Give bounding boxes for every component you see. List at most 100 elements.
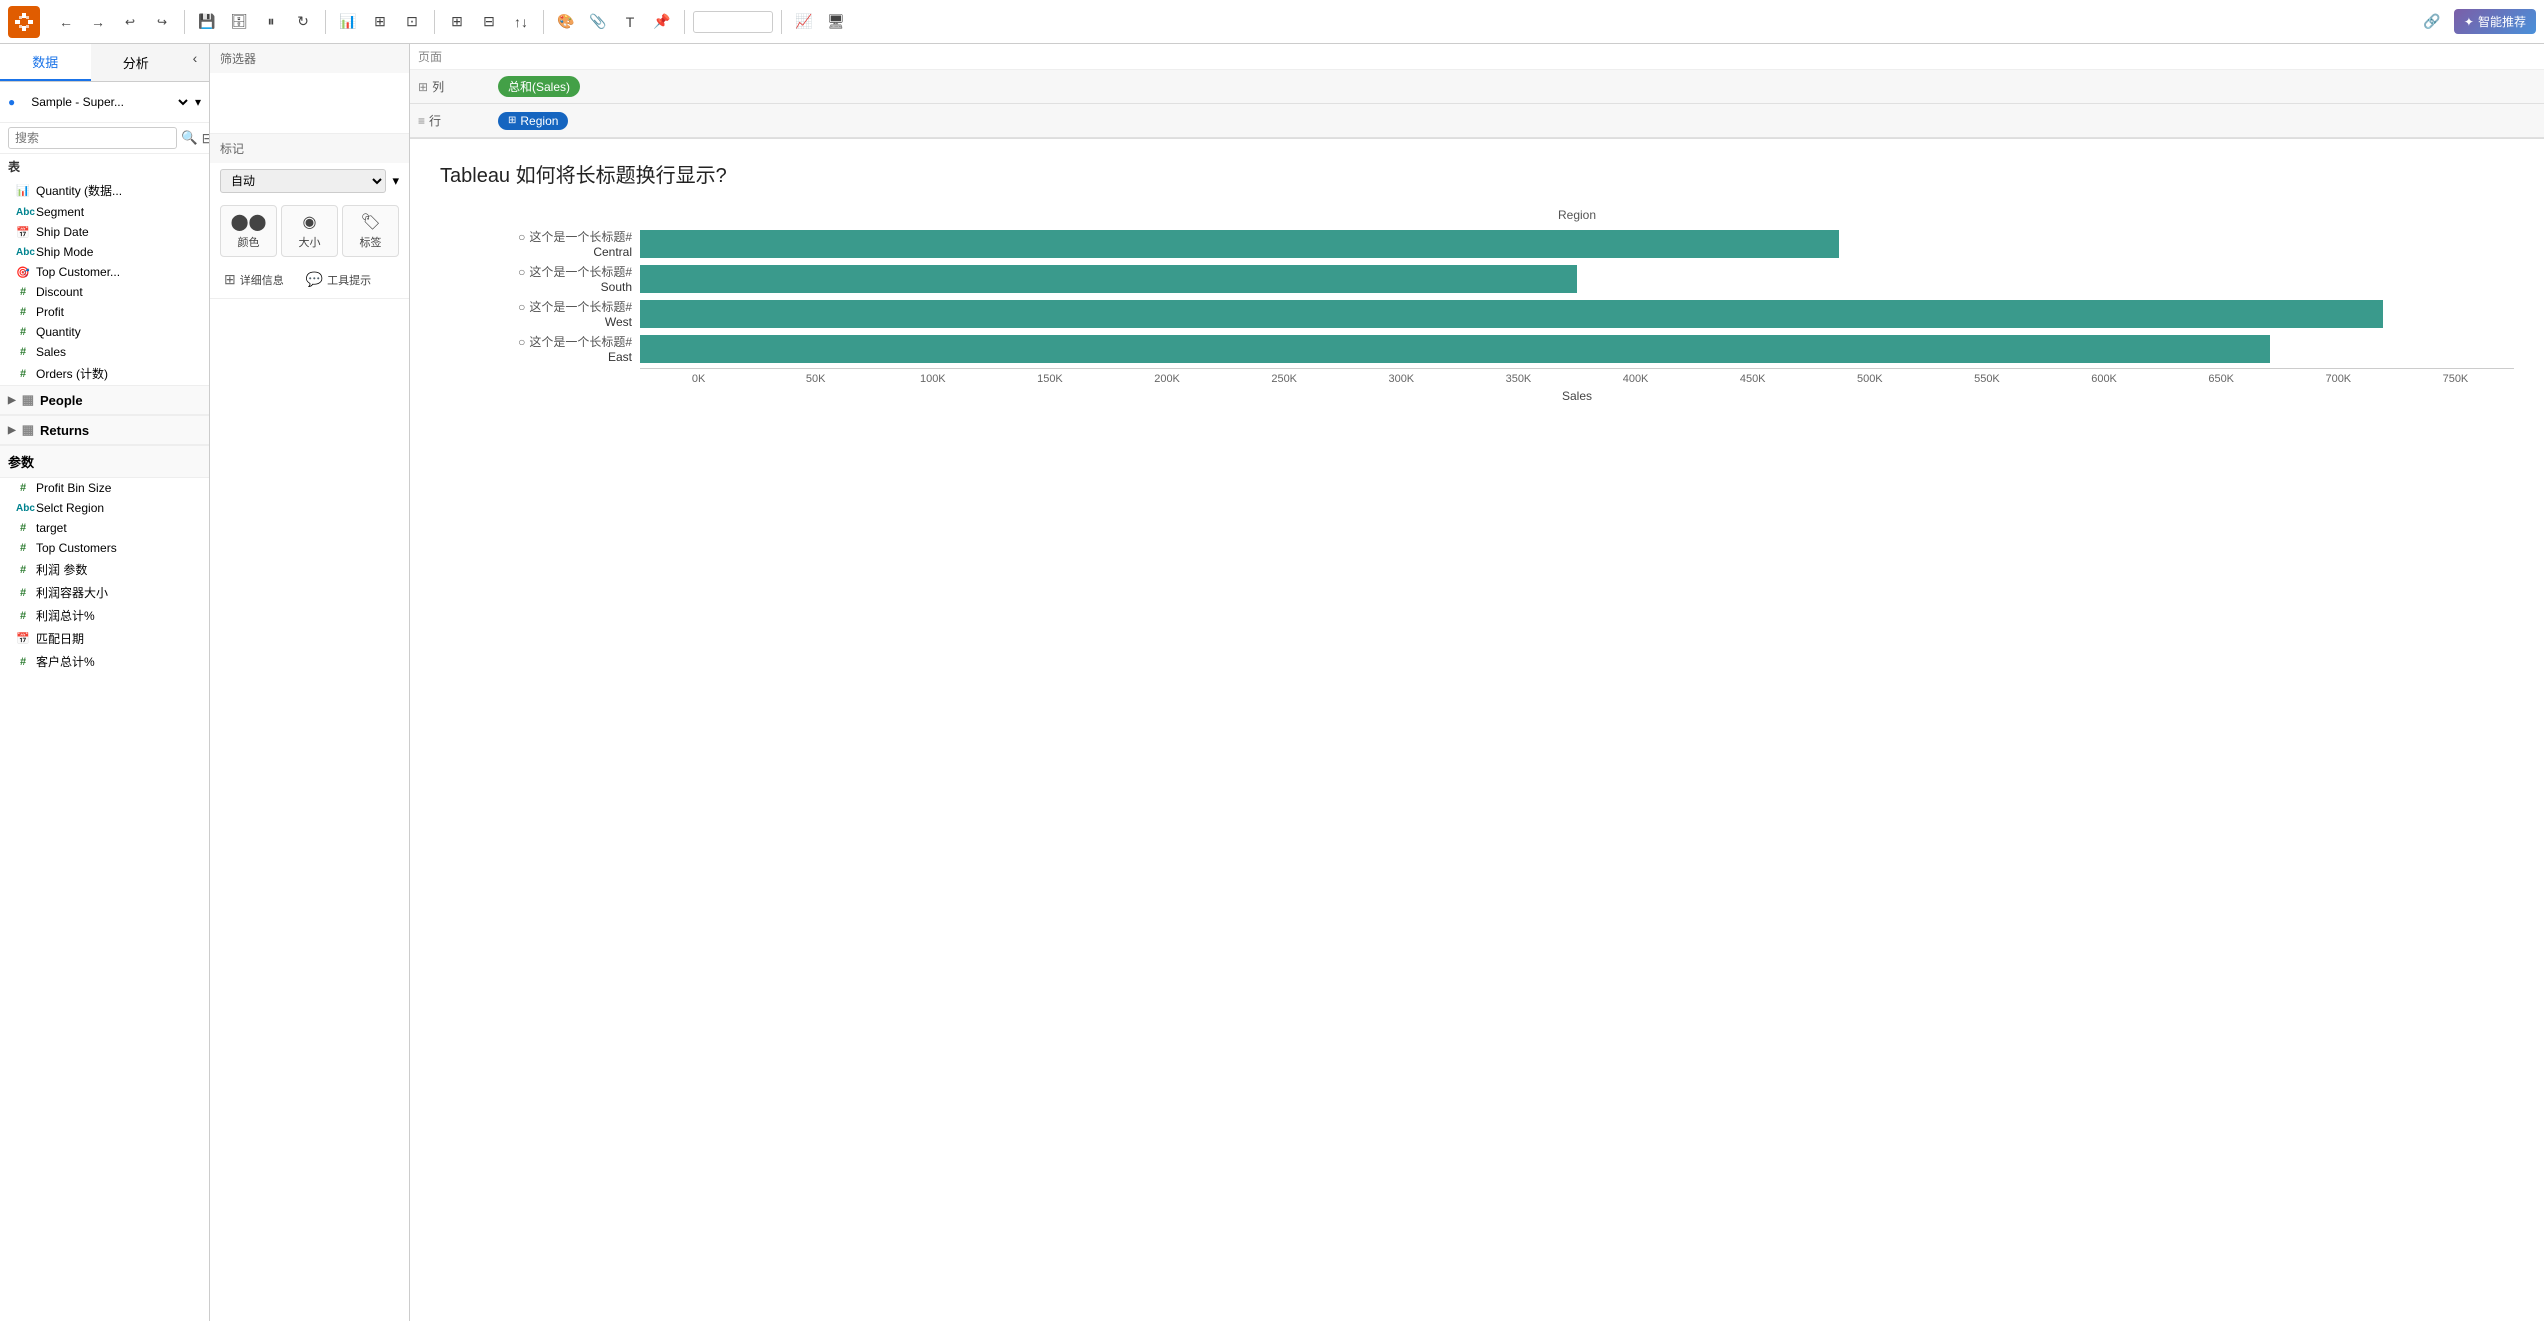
param-top-customers[interactable]: # Top Customers bbox=[0, 538, 209, 558]
columns-pill-sales[interactable]: 总和(Sales) bbox=[498, 76, 580, 97]
param-select-region[interactable]: Abc Selct Region bbox=[0, 498, 209, 518]
columns-pills[interactable]: 总和(Sales) bbox=[490, 72, 2544, 101]
param-customer-pct[interactable]: # 客户总计% bbox=[0, 650, 209, 673]
pause-button[interactable]: ⏸ bbox=[257, 8, 285, 36]
x-tick: 150K bbox=[991, 373, 1108, 385]
rows-pill-region[interactable]: ⊞ Region bbox=[498, 112, 568, 130]
add-datasource-button[interactable]: 🗄 bbox=[225, 8, 253, 36]
bar-track[interactable] bbox=[640, 230, 2514, 258]
datasource-selector: ● Sample - Super... ▾ bbox=[0, 82, 209, 123]
field-item-orders[interactable]: # Orders (计数) bbox=[0, 362, 209, 385]
bar-track[interactable] bbox=[640, 300, 2514, 328]
show-me-button[interactable]: ⊞ bbox=[366, 8, 394, 36]
color-button[interactable]: 🎨 bbox=[552, 8, 580, 36]
field-item-quantity[interactable]: # Quantity bbox=[0, 322, 209, 342]
standard-dropdown[interactable]: 标准 bbox=[693, 11, 773, 33]
field-label: Discount bbox=[36, 285, 83, 299]
metrics-button[interactable]: 📈 bbox=[790, 8, 818, 36]
field-icon-chart: 📊 bbox=[16, 184, 30, 197]
marks-tooltip-button[interactable]: 💬 工具提示 bbox=[302, 265, 375, 294]
datasource-dropdown[interactable]: Sample - Super... bbox=[19, 88, 191, 116]
app-container: ← → ↩ ↪ 💾 🗄 ⏸ ↻ 📊 ⊞ ⊡ ⊞ ⊟ ↑↓ 🎨 📎 T 📌 标准 … bbox=[0, 0, 2544, 1321]
canvas-area: 页面 ⊞ 列 总和(Sales) ≡ bbox=[410, 44, 2544, 1321]
present-button[interactable]: 🖥 bbox=[822, 8, 850, 36]
fit-button[interactable]: ⊡ bbox=[398, 8, 426, 36]
field-item-ship-mode[interactable]: Abc Ship Mode bbox=[0, 242, 209, 262]
filter-button[interactable]: ⊟ bbox=[202, 130, 210, 147]
tables-header: 表 bbox=[0, 154, 209, 179]
param-target[interactable]: # target bbox=[0, 518, 209, 538]
search-button[interactable]: 🔍 bbox=[181, 130, 198, 146]
bar-track[interactable] bbox=[640, 335, 2514, 363]
field-item-sales[interactable]: # Sales bbox=[0, 342, 209, 362]
bar-label-radio: ○这个是一个长标题# bbox=[518, 228, 632, 245]
bar-radio-icon: ○ bbox=[518, 265, 525, 279]
pill-label: Region bbox=[520, 114, 558, 128]
hierarchy-button[interactable]: ⊟ bbox=[475, 8, 503, 36]
marks-title: 标记 bbox=[210, 134, 409, 163]
bar-track[interactable] bbox=[640, 265, 2514, 293]
rows-pills[interactable]: ⊞ Region bbox=[490, 108, 2544, 134]
bar-fill bbox=[640, 335, 2270, 363]
tooltip-icon: 💬 bbox=[306, 271, 323, 288]
bar-radio-icon: ○ bbox=[518, 335, 525, 349]
x-tick: 100K bbox=[874, 373, 991, 385]
nav-back-button[interactable]: ← bbox=[52, 8, 80, 36]
annotation-button[interactable]: 📎 bbox=[584, 8, 612, 36]
redo-button[interactable]: ↪ bbox=[148, 8, 176, 36]
param-match-date[interactable]: 📅 匹配日期 bbox=[0, 627, 209, 650]
undo-button[interactable]: ↩ bbox=[116, 8, 144, 36]
field-item-profit[interactable]: # Profit bbox=[0, 302, 209, 322]
chart-type-button[interactable]: 📊 bbox=[334, 8, 362, 36]
returns-section-header[interactable]: ▶ ▦ Returns bbox=[0, 415, 209, 445]
rows-label: ≡ 行 bbox=[410, 108, 490, 133]
param-profit-pct[interactable]: # 利润总计% bbox=[0, 604, 209, 627]
tab-data[interactable]: 数据 bbox=[0, 44, 91, 81]
field-item-quantity-data[interactable]: 📊 Quantity (数据... bbox=[0, 179, 209, 202]
bar-row: ○这个是一个长标题#West bbox=[440, 298, 2514, 329]
field-item-top-customers[interactable]: 🎯 Top Customer... bbox=[0, 262, 209, 282]
pin-button[interactable]: 📌 bbox=[648, 8, 676, 36]
toolbar: ← → ↩ ↪ 💾 🗄 ⏸ ↻ 📊 ⊞ ⊡ ⊞ ⊟ ↑↓ 🎨 📎 T 📌 标准 … bbox=[0, 0, 2544, 44]
collapse-panel-button[interactable]: ‹ bbox=[181, 44, 209, 72]
search-input[interactable] bbox=[8, 127, 177, 149]
marks-detail-row: ⊞ 详细信息 💬 工具提示 bbox=[210, 261, 409, 298]
sort-button[interactable]: ↑↓ bbox=[507, 8, 535, 36]
people-section-header[interactable]: ▶ ▦ People bbox=[0, 385, 209, 415]
field-icon-abc2: Abc bbox=[16, 247, 30, 258]
marks-color-button[interactable]: ⬤⬤ 颜色 bbox=[220, 205, 277, 257]
filter-section-title: 筛选器 bbox=[210, 44, 409, 73]
marks-type-select[interactable]: 自动 bbox=[220, 169, 386, 193]
marks-size-button[interactable]: ◉ 大小 bbox=[281, 205, 338, 257]
refresh-button[interactable]: ↻ bbox=[289, 8, 317, 36]
bar-radio-icon: ○ bbox=[518, 300, 525, 314]
marks-type-row: 自动 ▾ bbox=[210, 163, 409, 199]
bar-fill bbox=[640, 230, 1839, 258]
param-profit-param[interactable]: # 利润 参数 bbox=[0, 558, 209, 581]
field-item-discount[interactable]: # Discount bbox=[0, 282, 209, 302]
share-button[interactable]: 🔗 bbox=[2418, 8, 2446, 36]
separator-2 bbox=[325, 10, 326, 34]
param-profit-bin-size[interactable]: # Profit Bin Size bbox=[0, 478, 209, 498]
marks-label-button[interactable]: 🏷 标签 bbox=[342, 205, 399, 257]
ai-recommend-button[interactable]: ✦ 智能推荐 bbox=[2454, 9, 2536, 34]
nav-forward-button[interactable]: → bbox=[84, 8, 112, 36]
bar-row: ○这个是一个长标题#Central bbox=[440, 228, 2514, 259]
bar-radio-icon: ○ bbox=[518, 230, 525, 244]
search-bar: 🔍 ⊟ ≡ bbox=[0, 123, 209, 154]
filter-drop-area[interactable] bbox=[210, 73, 409, 133]
param-profit-bin[interactable]: # 利润容器大小 bbox=[0, 581, 209, 604]
save-button[interactable]: 💾 bbox=[193, 8, 221, 36]
field-list: 📊 Quantity (数据... Abc Segment 📅 Ship Dat… bbox=[0, 179, 209, 1321]
group-button[interactable]: ⊞ bbox=[443, 8, 471, 36]
field-item-ship-date[interactable]: 📅 Ship Date bbox=[0, 222, 209, 242]
color-circles-icon: ⬤⬤ bbox=[231, 212, 267, 232]
x-tick: 350K bbox=[1460, 373, 1577, 385]
tab-analysis[interactable]: 分析 bbox=[91, 44, 182, 81]
field-icon-hash4: # bbox=[16, 346, 30, 358]
text-button[interactable]: T bbox=[616, 8, 644, 36]
field-item-segment[interactable]: Abc Segment bbox=[0, 202, 209, 222]
columns-icon: ⊞ bbox=[418, 80, 428, 94]
bar-row: ○这个是一个长标题#East bbox=[440, 333, 2514, 364]
marks-detail-button[interactable]: ⊞ 详细信息 bbox=[220, 265, 288, 294]
